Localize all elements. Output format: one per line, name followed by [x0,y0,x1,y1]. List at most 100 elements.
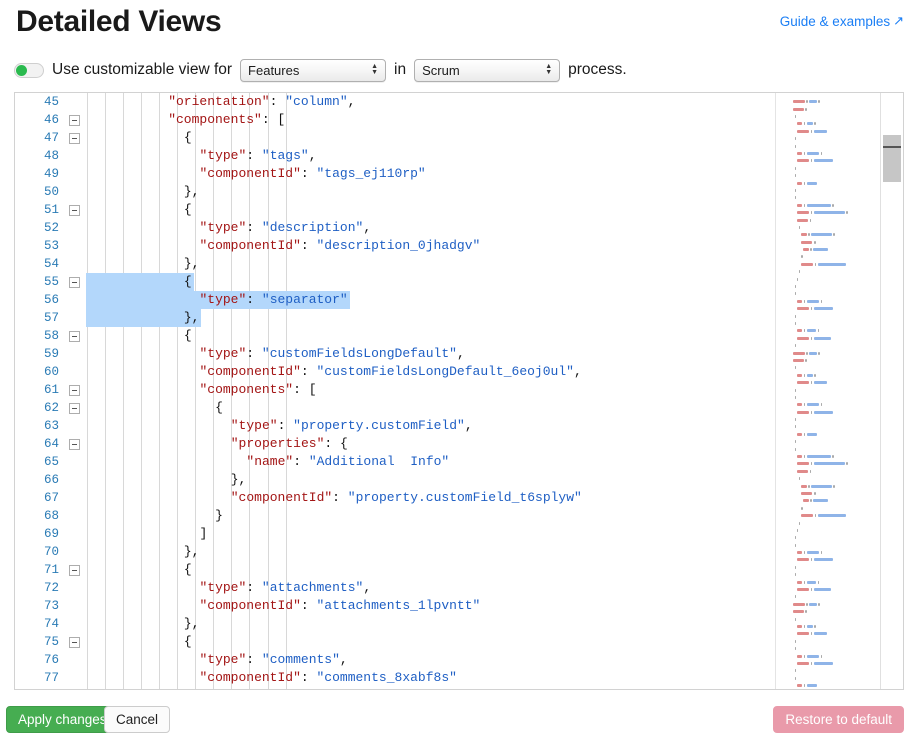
editor-minimap[interactable] [775,93,881,689]
minimap-row [776,677,881,688]
minimap-row [776,559,881,569]
line-number: 78 [44,687,59,689]
fold-toggle-icon[interactable] [69,403,80,414]
line-number: 63 [43,419,59,433]
apply-changes-button[interactable]: Apply changes [6,706,119,733]
fold-toggle-icon[interactable] [69,331,80,342]
code-token: "type" [199,148,247,163]
minimap-row [776,566,881,577]
code-line[interactable]: { [86,273,776,291]
code-token: "tags" [261,148,309,163]
code-line[interactable]: "componentId": "tags_ej110rp" [86,165,776,183]
editor-scrollbar-thumb[interactable] [883,134,901,183]
line-number: 62 [43,401,59,415]
code-line[interactable]: "componentId": "description_0jhadgv" [86,237,776,255]
code-line[interactable]: "componentId": "attachments_1lpvntt" [86,597,776,615]
customizable-view-controls: Use customizable view for Features ▲ ▼ in… [14,58,627,82]
minimap-row [776,640,881,651]
use-customizable-view-toggle[interactable] [14,62,44,78]
json-code-editor[interactable]: 45 46 47 48 49 50 51 52 53 54 55 56 57 58 59 60 61 62 63 64… [14,92,904,690]
editor-scrollbar-track[interactable] [880,93,903,689]
code-text: "type": "separator" [199,292,347,307]
code-line[interactable]: "componentId": "property.customField_t6s… [86,489,776,507]
fold-toggle-icon[interactable] [69,637,80,648]
code-line[interactable]: { [86,129,776,147]
guide-and-examples-link[interactable]: Guide & examples ↗ [780,13,904,30]
code-text: "name": "Additional Info" [246,454,449,469]
minimap-row [776,315,881,325]
code-line[interactable]: "name": "Additional Info" [86,453,776,471]
code-line[interactable]: }, [86,309,776,327]
code-line[interactable]: }, [86,471,776,489]
line-number: 76 [43,653,59,667]
code-token: { [183,634,192,649]
minimap-row [776,211,881,222]
code-line[interactable]: "type": "tags", [86,147,776,165]
code-line[interactable]: } [86,507,776,525]
code-line[interactable]: "type": "separator" [86,291,776,309]
code-line[interactable]: "orientation": "column", [86,93,776,111]
code-line[interactable]: "properties": { [86,435,776,453]
code-token: , [363,580,372,595]
code-text: { [215,400,223,415]
gutter-row: 71 [15,561,86,579]
code-line[interactable]: { [86,561,776,579]
code-line[interactable]: { [86,399,776,417]
code-line[interactable]: { [86,633,776,651]
fold-toggle-icon[interactable] [69,133,80,144]
minimap-row [776,248,881,259]
code-line[interactable]: }, [86,687,776,689]
code-line[interactable]: "type": "description", [86,219,776,237]
code-token: { [183,274,192,289]
minimap-row [776,485,881,495]
gutter-row: 46 [15,111,86,129]
minimap-row [776,337,881,348]
code-text: "componentId": "attachments_1lpvntt" [199,598,480,613]
line-number: 64 [43,437,59,451]
code-line[interactable]: { [86,201,776,219]
fold-toggle-icon[interactable] [69,565,80,576]
fold-toggle-icon[interactable] [69,205,80,216]
code-line[interactable]: }, [86,255,776,273]
minimap-row [776,256,881,266]
code-line[interactable]: }, [86,543,776,561]
line-number: 58 [43,329,59,343]
code-line[interactable]: "type": "attachments", [86,579,776,597]
entity-select[interactable]: Features [240,58,387,82]
code-line[interactable]: }, [86,615,776,633]
fold-toggle-icon[interactable] [69,439,80,450]
minimap-row [776,137,881,148]
minimap-row [776,573,881,584]
code-line[interactable]: "components": [ [86,381,776,399]
minimap-row [776,204,881,215]
line-number: 49 [43,167,59,181]
code-token: : [300,166,317,181]
code-token: }, [183,544,200,559]
minimap-row [776,647,881,658]
minimap-row [776,544,881,555]
code-content-area[interactable]: "orientation": "column", "components": [{… [86,93,776,689]
code-line[interactable]: }, [86,183,776,201]
process-select[interactable]: Scrum [414,58,561,82]
code-line[interactable]: "componentId": "customFieldsLongDefault_… [86,363,776,381]
restore-to-default-button[interactable]: Restore to default [773,706,904,733]
code-line[interactable]: "type": "property.customField", [86,417,776,435]
fold-toggle-icon[interactable] [69,115,80,126]
code-line[interactable]: ] [86,525,776,543]
fold-toggle-icon[interactable] [69,385,80,396]
code-line[interactable]: "type": "customFieldsLongDefault", [86,345,776,363]
gutter-row: 70 [15,543,86,561]
code-line[interactable]: { [86,327,776,345]
minimap-row [776,307,881,318]
cancel-button[interactable]: Cancel [104,706,171,733]
minimap-row [776,182,881,192]
code-text: { [184,634,192,649]
code-line[interactable]: "componentId": "comments_8xabf8s" [86,669,776,687]
code-line[interactable]: "components": [ [86,111,776,129]
code-token: "type" [199,346,247,361]
code-line[interactable]: "type": "comments", [86,651,776,669]
minimap-row [776,145,881,155]
code-lines[interactable]: "orientation": "column", "components": [{… [86,93,776,689]
minimap-row [776,440,881,451]
fold-toggle-icon[interactable] [69,277,80,288]
